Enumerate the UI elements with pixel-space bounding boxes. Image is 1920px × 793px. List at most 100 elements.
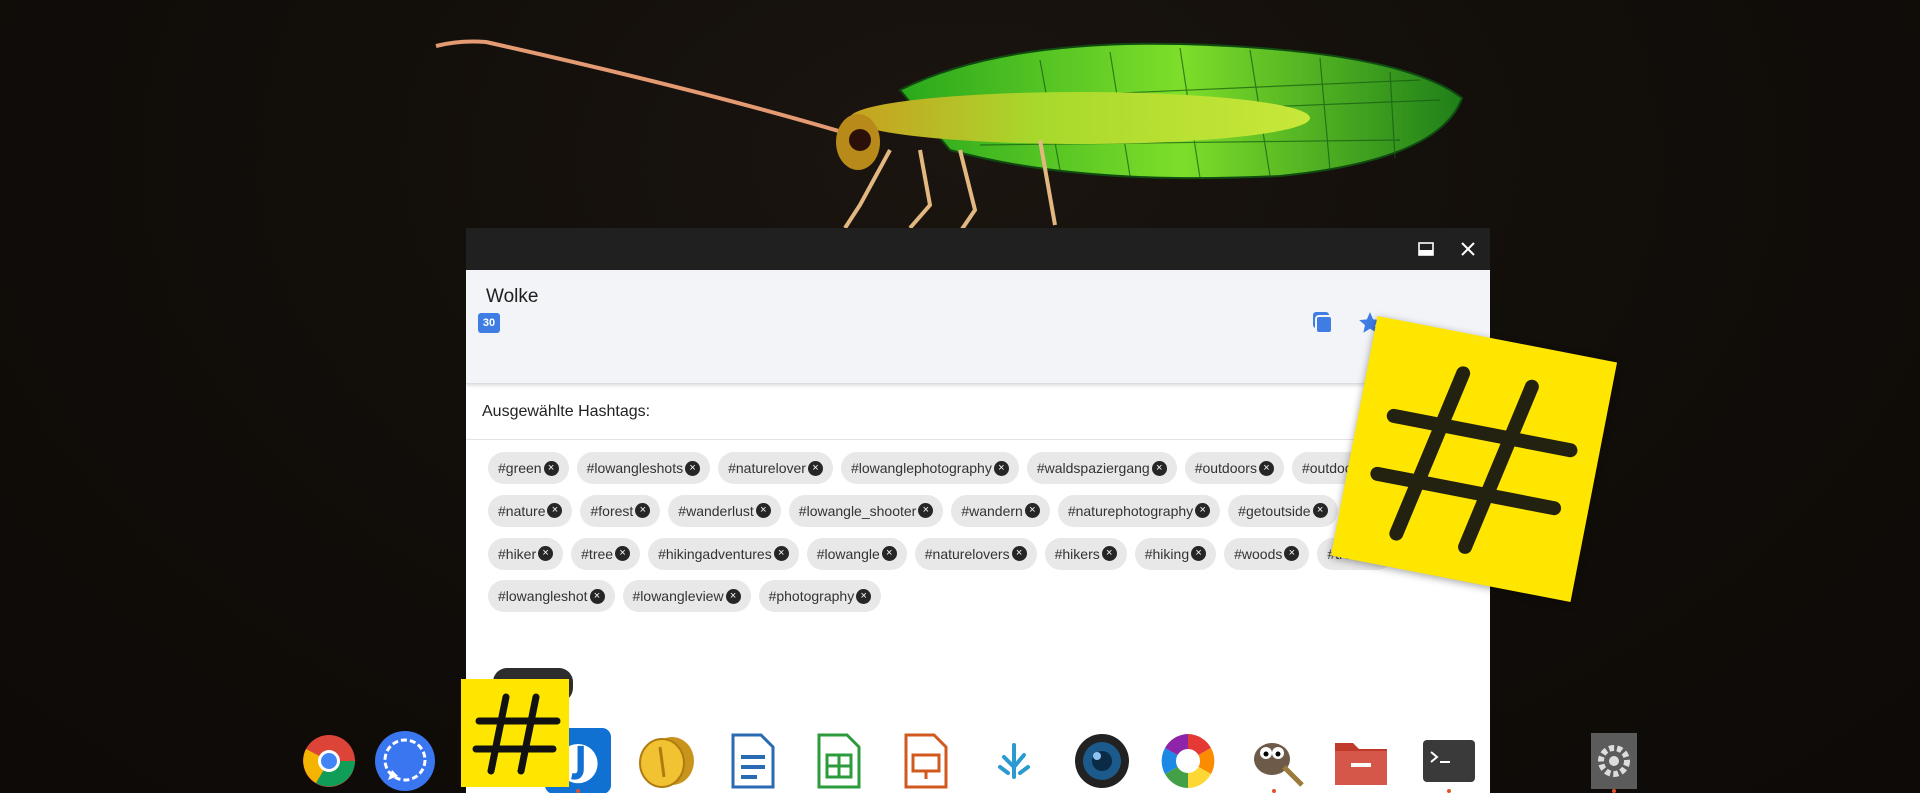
hashtag-chip[interactable]: #hiker × [488,537,564,570]
running-indicator [1447,789,1451,793]
hashtag-chip-label: #lowanglephotography [850,460,992,476]
hashtag-chip-label: #naturephotography [1067,502,1194,519]
hashtag-icon [1370,366,1578,554]
hashtag-chip-label: #hikingadventures [658,545,772,562]
remove-icon[interactable]: × [547,503,563,519]
hashtag-chip[interactable]: #green × [488,452,569,484]
remove-icon[interactable]: × [1024,503,1040,519]
hashtag-window: Wolke 30 Ausgewählte Hashtags: #green × #l… [466,228,1490,793]
hashtag-chip-label: #outdoors [1194,460,1257,476]
hashtag-chip-label: #photography [768,588,855,605]
files-icon[interactable] [1328,728,1394,793]
remove-icon[interactable]: × [773,546,789,561]
wallpaper-lacewing [435,39,1464,234]
hashtag-chip-label: #naturelovers [924,545,1010,562]
remove-icon[interactable]: × [1151,460,1167,476]
settings-icon[interactable] [1581,728,1647,793]
signal-icon[interactable] [372,728,438,793]
hashtag-chip-label: #waldspaziergang [1036,460,1150,476]
selected-hashtags-label: Ausgewählte Hashtags: [466,384,1490,440]
remove-icon[interactable]: × [993,460,1009,476]
hashtag-chip-label: #naturelover [728,460,806,476]
chrome-icon[interactable] [296,728,362,793]
page-title: Wolke [486,286,539,307]
app-header: Wolke 30 [466,270,1490,384]
inkscape-icon[interactable] [981,728,1047,793]
hashtag-chip-label: #wanderlust [678,502,754,519]
titlebar [466,228,1490,270]
camera-icon[interactable] [1069,728,1135,793]
hashtag-app-icon[interactable] [461,679,569,787]
coins-icon[interactable] [633,728,699,793]
terminal-icon[interactable] [1416,728,1482,793]
remove-icon[interactable]: × [918,503,934,519]
hashtag-chip[interactable]: #naturelovers × [914,537,1037,570]
remove-icon[interactable]: × [881,546,897,561]
close-icon[interactable] [1456,237,1480,261]
remove-icon[interactable]: × [1312,503,1328,519]
remove-icon[interactable]: × [615,546,631,561]
hashtag-chip-label: #getoutside [1238,502,1311,519]
hashtag-chip-label: #woods [1234,545,1283,562]
remove-icon[interactable]: × [538,546,554,561]
hashtag-chip-label: #hikers [1054,545,1100,562]
impress-icon[interactable] [893,728,959,793]
remove-icon[interactable]: × [589,588,605,604]
remove-icon[interactable]: × [1011,546,1027,561]
copy-icon[interactable] [1309,310,1335,336]
remove-icon[interactable]: × [1191,546,1207,561]
hashtag-chip-label: #lowangleshot [498,588,588,605]
remove-icon[interactable]: × [856,588,872,604]
hashtag-chip[interactable]: #photography × [758,580,882,613]
hashtag-chip-label: #hiker [498,545,537,562]
hashtag-sticker [1330,315,1618,603]
remove-icon[interactable]: × [635,503,651,519]
gimp-icon[interactable] [1241,728,1307,793]
tag-count-badge: 30 [478,313,500,333]
hashtag-chip[interactable]: #naturelover × [718,452,833,484]
hashtag-chip[interactable]: #hiking × [1134,537,1217,570]
remove-icon[interactable]: × [685,460,701,476]
hashtag-chip[interactable]: #wandern × [951,494,1050,527]
hashtag-chip[interactable]: #lowangle × [806,537,907,570]
hashtag-chip[interactable]: #woods × [1224,537,1310,570]
running-indicator [576,789,580,793]
window-restore-icon[interactable] [1414,237,1438,261]
calc-icon[interactable] [806,728,872,793]
hashtag-chip[interactable]: #lowangleshot × [488,580,615,613]
hashtag-chip[interactable]: #naturephotography × [1057,494,1221,527]
hashtag-chip-label: #nature [498,502,546,519]
hashtag-chip[interactable]: #lowangle_shooter × [788,494,944,527]
writer-icon[interactable] [720,728,786,793]
hashtag-chip-label: #lowangle_shooter [798,502,917,519]
running-indicator [1612,789,1616,793]
hashtag-chip[interactable]: #getoutside × [1228,494,1338,527]
hashtag-chip[interactable]: #lowanglephotography × [840,452,1019,484]
color-wheel-icon[interactable] [1155,728,1221,793]
hashtag-chip[interactable]: #tree × [571,537,641,570]
remove-icon[interactable]: × [1195,503,1211,519]
remove-icon[interactable]: × [1284,546,1300,561]
remove-icon[interactable]: × [543,460,559,476]
hashtag-chip[interactable]: #wanderlust × [668,494,781,527]
hashtag-chip-label: #hiking [1144,545,1190,562]
hashtag-chip[interactable]: #waldspaziergang × [1026,452,1177,484]
remove-icon[interactable]: × [755,503,771,519]
running-indicator [1272,789,1276,793]
remove-icon[interactable]: × [807,460,823,476]
hashtag-chip-label: #forest [590,502,634,519]
hashtag-chip-label: #tree [581,545,614,562]
hashtag-chip[interactable]: #hikers × [1044,537,1127,570]
remove-icon[interactable]: × [1258,460,1274,476]
hashtag-chip[interactable]: #lowangleshots × [576,452,711,484]
hashtag-chip[interactable]: #hikingadventures × [648,537,799,570]
hashtag-chip[interactable]: #nature × [488,494,573,527]
remove-icon[interactable]: × [725,588,741,604]
hashtag-chip[interactable]: #outdoors × [1184,452,1284,484]
hashtag-chip-label: #green [498,460,542,476]
hashtag-chip[interactable]: #lowangleview × [622,580,751,613]
hashtag-chip-label: #lowangleview [632,588,724,605]
hashtag-chip-label: #lowangle [816,545,880,562]
hashtag-chip[interactable]: #forest × [580,494,661,527]
remove-icon[interactable]: × [1101,546,1117,561]
